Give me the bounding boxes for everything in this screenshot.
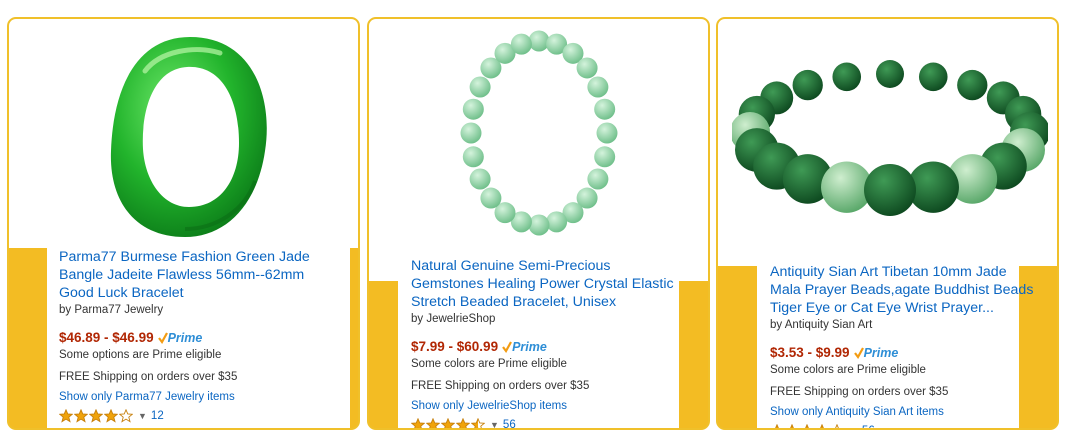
product-card-1[interactable]: Parma77 Burmese Fashion Green Jade Bangl…	[7, 17, 360, 430]
star-icon	[790, 424, 794, 428]
star-rating[interactable]: ▼ 56	[770, 424, 1033, 428]
price-range: $7.99 - $60.99	[411, 339, 499, 354]
prime-badge: Prime	[157, 330, 203, 345]
product-card-2[interactable]: Natural Genuine Semi-Precious Gemstones …	[367, 17, 710, 430]
star-icon	[59, 409, 73, 423]
title-line-2: Mala Prayer Beads,agate Buddhist Beads	[770, 282, 1034, 298]
star-icon	[74, 409, 88, 423]
title-line-2: Gemstones Healing Power Crystal Elastic	[411, 276, 674, 292]
prime-label: Prime	[512, 339, 547, 354]
title-line-3: Tiger Eye or Cat Eye Wrist Prayer...	[770, 300, 994, 316]
star-icon	[835, 424, 839, 428]
rating-stars	[411, 418, 486, 428]
prime-eligibility-note: Some colors are Prime eligible	[770, 364, 926, 376]
product-title-link[interactable]: Natural Genuine Semi-Precious Gemstones …	[411, 257, 674, 311]
review-count-link[interactable]: 56	[862, 425, 875, 428]
prime-check-icon	[853, 346, 864, 359]
show-only-seller-link[interactable]: Show only Antiquity Sian Art items	[770, 406, 1033, 418]
star-rating[interactable]: ▼ 12	[59, 409, 310, 423]
product-title-link[interactable]: Antiquity Sian Art Tibetan 10mm Jade Mal…	[770, 263, 1033, 317]
star-icon	[441, 418, 455, 428]
product-title-link[interactable]: Parma77 Burmese Fashion Green Jade Bangl…	[59, 248, 310, 302]
review-count-link[interactable]: 12	[151, 410, 164, 422]
jade-bangle-image[interactable]	[105, 31, 275, 243]
prayer-bead-bracelet-image[interactable]	[732, 37, 1048, 237]
price-range: $46.89 - $46.99	[59, 330, 154, 345]
star-icon	[119, 409, 133, 423]
shipping-info: FREE Shipping on orders over $35	[59, 371, 238, 383]
prime-check-icon	[157, 331, 168, 344]
title-line-3: Good Luck Bracelet	[59, 285, 184, 301]
star-icon	[89, 409, 103, 423]
prime-label: Prime	[863, 345, 899, 360]
star-icon	[471, 418, 485, 428]
shipping-info: FREE Shipping on orders over $35	[770, 386, 949, 398]
star-icon	[456, 418, 470, 428]
star-icon	[104, 409, 118, 423]
show-only-seller-link[interactable]: Show only Parma77 Jewelry items	[59, 391, 310, 403]
prime-eligibility-note: Some options are Prime eligible	[59, 349, 222, 361]
review-count-link[interactable]: 56	[503, 419, 516, 428]
star-rating[interactable]: ▼ 56	[411, 418, 674, 428]
prime-label: Prime	[167, 330, 203, 345]
star-icon	[820, 424, 824, 428]
star-icon	[775, 424, 779, 428]
byline: by Parma77 Jewelry	[59, 304, 164, 316]
title-line-1: Parma77 Burmese Fashion Green Jade	[59, 249, 310, 265]
title-line-1: Natural Genuine Semi-Precious	[411, 258, 611, 274]
title-line-3: Stretch Beaded Bracelet, Unisex	[411, 294, 617, 310]
title-line-2: Bangle Jadeite Flawless 56mm--62mm	[59, 267, 305, 283]
byline: by JewelrieShop	[411, 313, 496, 325]
star-icon	[426, 418, 440, 428]
star-icon	[411, 418, 425, 428]
chevron-down-icon[interactable]: ▼	[849, 426, 858, 428]
shipping-info: FREE Shipping on orders over $35	[411, 380, 590, 392]
rating-stars	[59, 409, 134, 423]
prime-badge: Prime	[502, 340, 547, 354]
byline: by Antiquity Sian Art	[770, 319, 873, 331]
chevron-down-icon[interactable]: ▼	[490, 420, 499, 428]
show-only-seller-link[interactable]: Show only JewelrieShop items	[411, 400, 674, 412]
prime-badge: Prime	[853, 345, 899, 360]
prime-eligibility-note: Some colors are Prime eligible	[411, 358, 567, 370]
product-card-3[interactable]: Antiquity Sian Art Tibetan 10mm Jade Mal…	[716, 17, 1059, 430]
chevron-down-icon[interactable]: ▼	[138, 411, 147, 421]
bead-bracelet-image[interactable]	[453, 27, 625, 242]
star-icon	[805, 424, 809, 428]
price-range: $3.53 - $9.99	[770, 345, 850, 360]
prime-check-icon	[502, 340, 513, 353]
rating-stars	[770, 424, 845, 428]
title-line-1: Antiquity Sian Art Tibetan 10mm Jade	[770, 264, 1007, 280]
